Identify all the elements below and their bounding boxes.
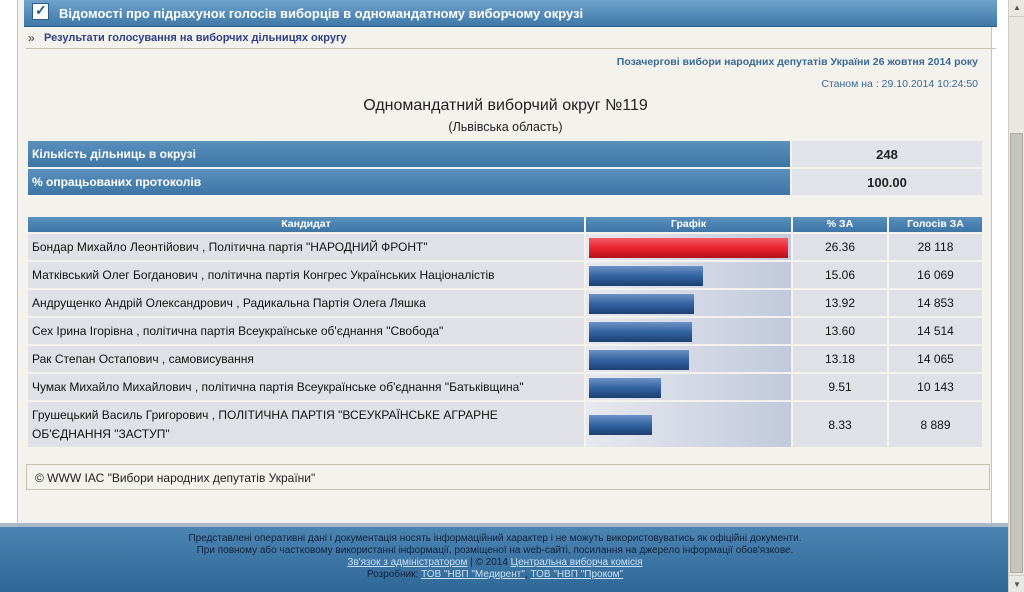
main-content: ✓ Відомості про підрахунок голосів вибор… [17,0,997,523]
table-row: Чумак Михайло Михайлович , політична пар… [28,374,982,401]
developer-line: Розробник: ТОВ "НВП "Медирент", ТОВ "НВП… [0,569,990,580]
district-region: (Львівська область) [448,120,563,134]
developer-link-medirent[interactable]: ТОВ "НВП "Медирент" [421,569,525,580]
vote-share-bar [589,350,689,370]
votes-cell: 28 118 [889,234,982,260]
percent-cell: 13.92 [793,290,887,316]
summary-label: % опрацьованих протоколів [28,169,790,195]
developer-link-prokom[interactable]: ТОВ "НВП "Проком" [530,569,623,580]
candidate-name: Андрущенко Андрій Олександрович , Радика… [28,290,584,316]
scroll-up-icon[interactable]: ▲ [1009,0,1024,17]
percent-cell: 8.33 [793,402,887,447]
disclaimer-line-2: При повному або частковому використанні … [196,545,794,556]
summary-value: 248 [792,141,982,167]
table-row: Рак Степан Остапович , самовисування 13.1… [28,346,982,373]
candidate-name: Бондар Михайло Леонтійович , Політична п… [28,234,584,260]
vote-share-bar [589,238,788,258]
disclaimer-footer: Представлені оперативні дані і документа… [0,523,1008,592]
graph-cell [586,346,791,372]
table-row: Грушецький Василь Григорович , ПОЛІТИЧНА… [28,402,982,448]
developer-label: Розробник: [366,569,422,580]
district-title: Одномандатний виборчий округ №119 [363,97,648,114]
vote-share-bar [589,415,652,435]
section-title: Відомості про підрахунок голосів виборці… [59,6,584,21]
summary-row-protocols: % опрацьованих протоколів 100.00 [28,169,992,196]
candidate-name: Рак Степан Остапович , самовисування [28,346,584,372]
copyright-text: © WWW ІАС "Вибори народних депутатів Укр… [35,471,316,485]
disclaimer-line-1: Представлені оперативні дані і документа… [188,533,802,544]
graph-cell [586,290,791,316]
vote-share-bar [589,266,703,286]
browser-page: ✓ Відомості про підрахунок голосів вибор… [0,0,1008,592]
candidate-name: Чумак Михайло Михайлович , політична пар… [28,374,584,400]
graph-cell [586,402,791,447]
graph-cell [586,318,791,344]
percent-cell: 26.36 [793,234,887,260]
percent-cell: 13.18 [793,346,887,372]
copyright-separator: | © 2014 [467,557,511,568]
checkbox-checked-icon: ✓ [32,2,49,20]
vote-share-bar [589,322,692,342]
vote-share-bar [589,378,661,398]
candidate-name: Сех Ірина Ігорівна , політична партія Вс… [28,318,584,344]
summary-row-stations: Кількість дільниць в окрузі 248 [28,141,992,168]
column-header-percent: % ЗА [793,217,887,232]
double-chevron-right-icon: » [28,31,35,45]
column-header-votes: Голосів ЗА [889,217,982,232]
candidate-name: Грушецький Василь Григорович , ПОЛІТИЧНА… [28,402,584,447]
table-row: Сех Ірина Ігорівна , політична партія Вс… [28,318,982,345]
contact-admin-link[interactable]: Зв'язок з адміністратором [347,557,467,568]
votes-cell: 14 853 [889,290,982,316]
vertical-scrollbar[interactable]: ▲ ▼ [1008,0,1024,592]
column-header-graph: Графік [586,217,791,232]
percent-cell: 13.60 [793,318,887,344]
table-row: Матківський Олег Богданович , політична … [28,262,982,289]
percent-cell: 9.51 [793,374,887,400]
cec-link[interactable]: Центральна виборча комісія [511,557,643,568]
percent-cell: 15.06 [793,262,887,288]
polling-stations-results-link[interactable]: Результати голосування на виборчих дільн… [44,32,347,44]
votes-cell: 16 069 [889,262,982,288]
votes-cell: 14 065 [889,346,982,372]
summary-label: Кількість дільниць в окрузі [28,141,790,167]
scroll-down-icon[interactable]: ▼ [1009,575,1024,592]
subnav: » Результати голосування на виборчих діл… [26,29,996,49]
votes-cell: 8 889 [889,402,982,447]
graph-cell [586,374,791,400]
candidate-name: Матківський Олег Богданович , політична … [28,262,584,288]
site-footer-box: © WWW ІАС "Вибори народних депутатів Укр… [26,464,990,490]
summary-value: 100.00 [792,169,982,195]
votes-cell: 10 143 [889,374,982,400]
column-header-candidate: Кандидат [28,217,584,232]
contact-line: Зв'язок з адміністратором | © 2014 Центр… [0,557,990,568]
election-title: Позачергові вибори народних депутатів Ук… [616,56,978,68]
scrollbar-thumb[interactable] [1010,133,1023,573]
table-row: Бондар Михайло Леонтійович , Політична п… [28,234,982,261]
votes-cell: 14 514 [889,318,982,344]
status-timestamp: Станом на : 29.10.2014 10:24:50 [821,78,978,90]
graph-cell [586,262,791,288]
table-row: Андрущенко Андрій Олександрович , Радика… [28,290,982,317]
section-header: ✓ Відомості про підрахунок голосів вибор… [24,0,997,27]
graph-cell [586,234,791,260]
vote-share-bar [589,294,694,314]
